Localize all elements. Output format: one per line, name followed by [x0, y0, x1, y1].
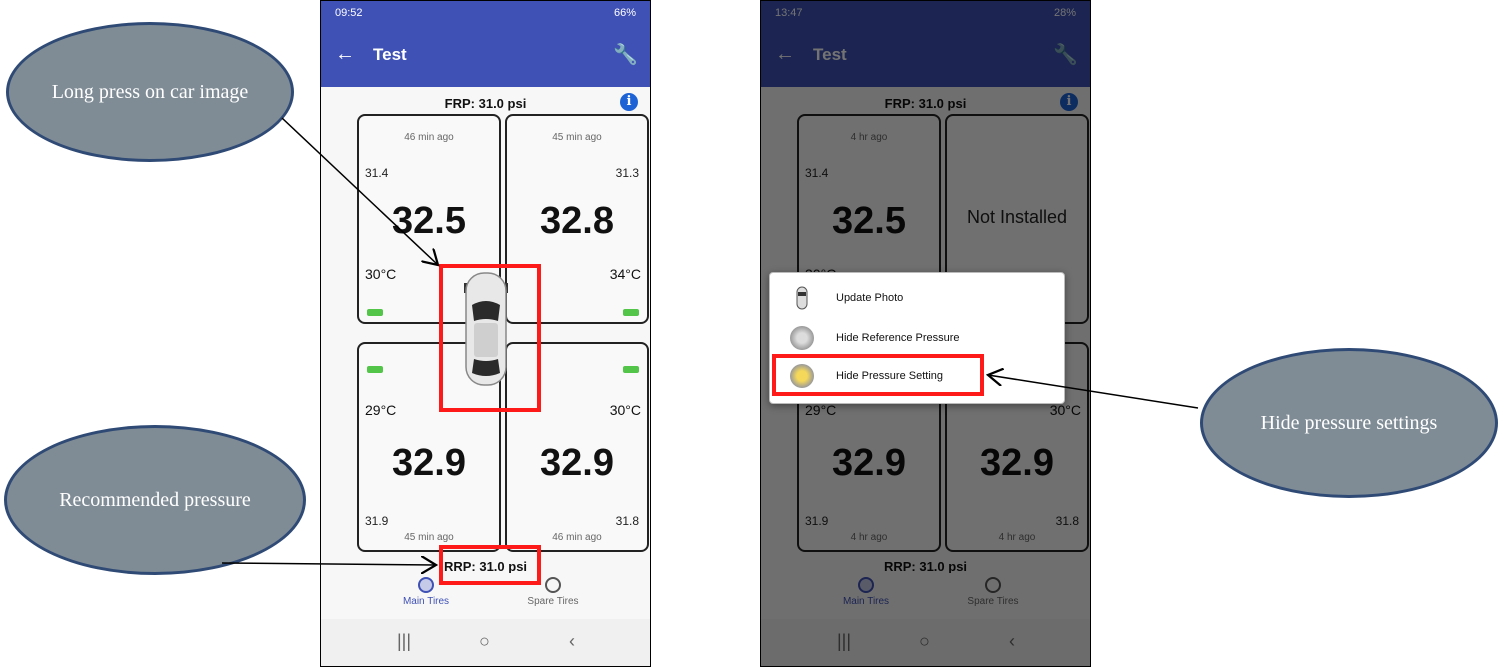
not-installed-label: Not Installed: [966, 207, 1068, 227]
menu-item-label: Update Photo: [836, 292, 904, 304]
tire-pressure: 32.5: [832, 200, 906, 242]
tire-pressure: 32.9: [980, 442, 1054, 484]
reference-pressure: 31.8: [615, 514, 639, 528]
reference-pressure: 31.9: [365, 514, 389, 528]
back-icon[interactable]: ‹: [569, 631, 575, 652]
annotation-long-press: Long press on car image: [6, 22, 294, 162]
bottom-navigation: Main Tires Spare Tires: [761, 573, 1090, 619]
battery-icon: [623, 366, 639, 373]
phone-screen-2: 13:47 28% ← Test 🔧 i FRP: 31.0 psi 4 hr …: [760, 0, 1091, 667]
bottom-navigation: Main Tires Spare Tires: [321, 573, 650, 619]
tab-label: Main Tires: [842, 596, 890, 607]
main-content: i FRP: 31.0 psi 46 min ago 31.4 32.5 30°…: [321, 87, 650, 574]
status-bar: 09:52 66%: [321, 1, 650, 25]
gauge-icon: [790, 326, 814, 350]
last-update: 4 hr ago: [850, 532, 888, 543]
last-update: 46 min ago: [552, 532, 602, 543]
spare-tire-icon: [545, 577, 561, 593]
battery-icon: [367, 366, 383, 373]
tab-spare-tires[interactable]: Spare Tires: [933, 577, 1053, 607]
back-arrow-icon[interactable]: ←: [775, 43, 795, 66]
annotation-recommended-pressure: Recommended pressure: [4, 425, 306, 575]
annotation-hide-pressure-settings: Hide pressure settings: [1200, 348, 1498, 498]
tire-temperature: 30°C: [1049, 402, 1081, 418]
battery-percent: 66%: [613, 7, 636, 19]
status-bar: 13:47 28%: [761, 1, 1090, 25]
menu-item-update-photo[interactable]: Update Photo: [770, 281, 1064, 317]
reference-pressure: 31.9: [805, 514, 829, 528]
tire-temperature: 34°C: [609, 266, 641, 282]
battery-icon: [623, 309, 639, 316]
reference-pressure: 31.4: [805, 166, 829, 180]
menu-item-hide-pressure-setting[interactable]: Hide Pressure Setting: [770, 359, 1064, 395]
last-update: 4 hr ago: [850, 132, 888, 143]
tire-pressure: 32.8: [540, 200, 614, 242]
tire-temperature: 30°C: [365, 266, 397, 282]
tire-rear-right[interactable]: 30°C 32.9 31.8 46 min ago: [505, 342, 649, 552]
app-bar: ← Test 🔧: [761, 25, 1090, 87]
last-update: 45 min ago: [404, 532, 454, 543]
recent-apps-icon[interactable]: |||: [397, 631, 411, 652]
tire-pressure: 32.5: [392, 200, 466, 242]
car-image[interactable]: [458, 267, 514, 389]
home-icon[interactable]: ○: [479, 631, 490, 652]
context-menu: Update Photo Hide Reference Pressure Hid…: [769, 272, 1065, 404]
reference-pressure: 31.8: [1055, 514, 1079, 528]
tire-icon: [418, 577, 434, 593]
tire-pressure: 32.9: [540, 442, 614, 484]
last-update: 4 hr ago: [998, 532, 1036, 543]
menu-item-label: Hide Pressure Setting: [836, 370, 943, 382]
system-navigation: ||| ○ ‹: [761, 619, 1090, 666]
tab-main-tires[interactable]: Main Tires: [806, 577, 926, 607]
tab-label: Spare Tires: [527, 596, 579, 607]
menu-item-label: Hide Reference Pressure: [836, 332, 960, 344]
tab-label: Spare Tires: [967, 596, 1019, 607]
phone-screen-1: 09:52 66% ← Test 🔧 i FRP: 31.0 psi 46 mi…: [320, 0, 651, 667]
back-arrow-icon[interactable]: ←: [335, 43, 355, 66]
battery-percent: 28%: [1053, 7, 1076, 19]
system-navigation: ||| ○ ‹: [321, 619, 650, 666]
battery-icon: [367, 309, 383, 316]
spare-tire-icon: [985, 577, 1001, 593]
front-recommended-pressure: FRP: 31.0 psi: [444, 96, 527, 111]
wrench-icon[interactable]: 🔧: [1053, 42, 1078, 67]
menu-item-hide-reference-pressure[interactable]: Hide Reference Pressure: [770, 321, 1064, 357]
page-title: Test: [373, 45, 407, 64]
recent-apps-icon[interactable]: |||: [837, 631, 851, 652]
pressure-setting-icon: [790, 364, 814, 388]
tire-front-right[interactable]: 45 min ago 31.3 32.8 34°C: [505, 114, 649, 324]
front-recommended-pressure: FRP: 31.0 psi: [884, 96, 967, 111]
tab-spare-tires[interactable]: Spare Tires: [493, 577, 613, 607]
back-icon[interactable]: ‹: [1009, 631, 1015, 652]
car-icon: [796, 286, 808, 310]
app-bar: ← Test 🔧: [321, 25, 650, 87]
status-time: 09:52: [335, 7, 363, 19]
reference-pressure: 31.4: [365, 166, 389, 180]
tire-temperature: 29°C: [365, 402, 397, 418]
tab-main-tires[interactable]: Main Tires: [366, 577, 486, 607]
tire-temperature: 29°C: [805, 402, 837, 418]
home-icon[interactable]: ○: [919, 631, 930, 652]
tire-temperature: 30°C: [609, 402, 641, 418]
wrench-icon[interactable]: 🔧: [613, 42, 638, 67]
tire-icon: [858, 577, 874, 593]
rear-recommended-pressure: RRP: 31.0 psi: [883, 559, 968, 574]
tire-pressure: 32.9: [392, 442, 466, 484]
rear-recommended-pressure: RRP: 31.0 psi: [443, 559, 528, 574]
status-time: 13:47: [775, 7, 803, 19]
page-title: Test: [813, 45, 847, 64]
reference-pressure: 31.3: [615, 166, 639, 180]
tire-pressure: 32.9: [832, 442, 906, 484]
last-update: 46 min ago: [404, 132, 454, 143]
last-update: 45 min ago: [552, 132, 602, 143]
tab-label: Main Tires: [402, 596, 450, 607]
